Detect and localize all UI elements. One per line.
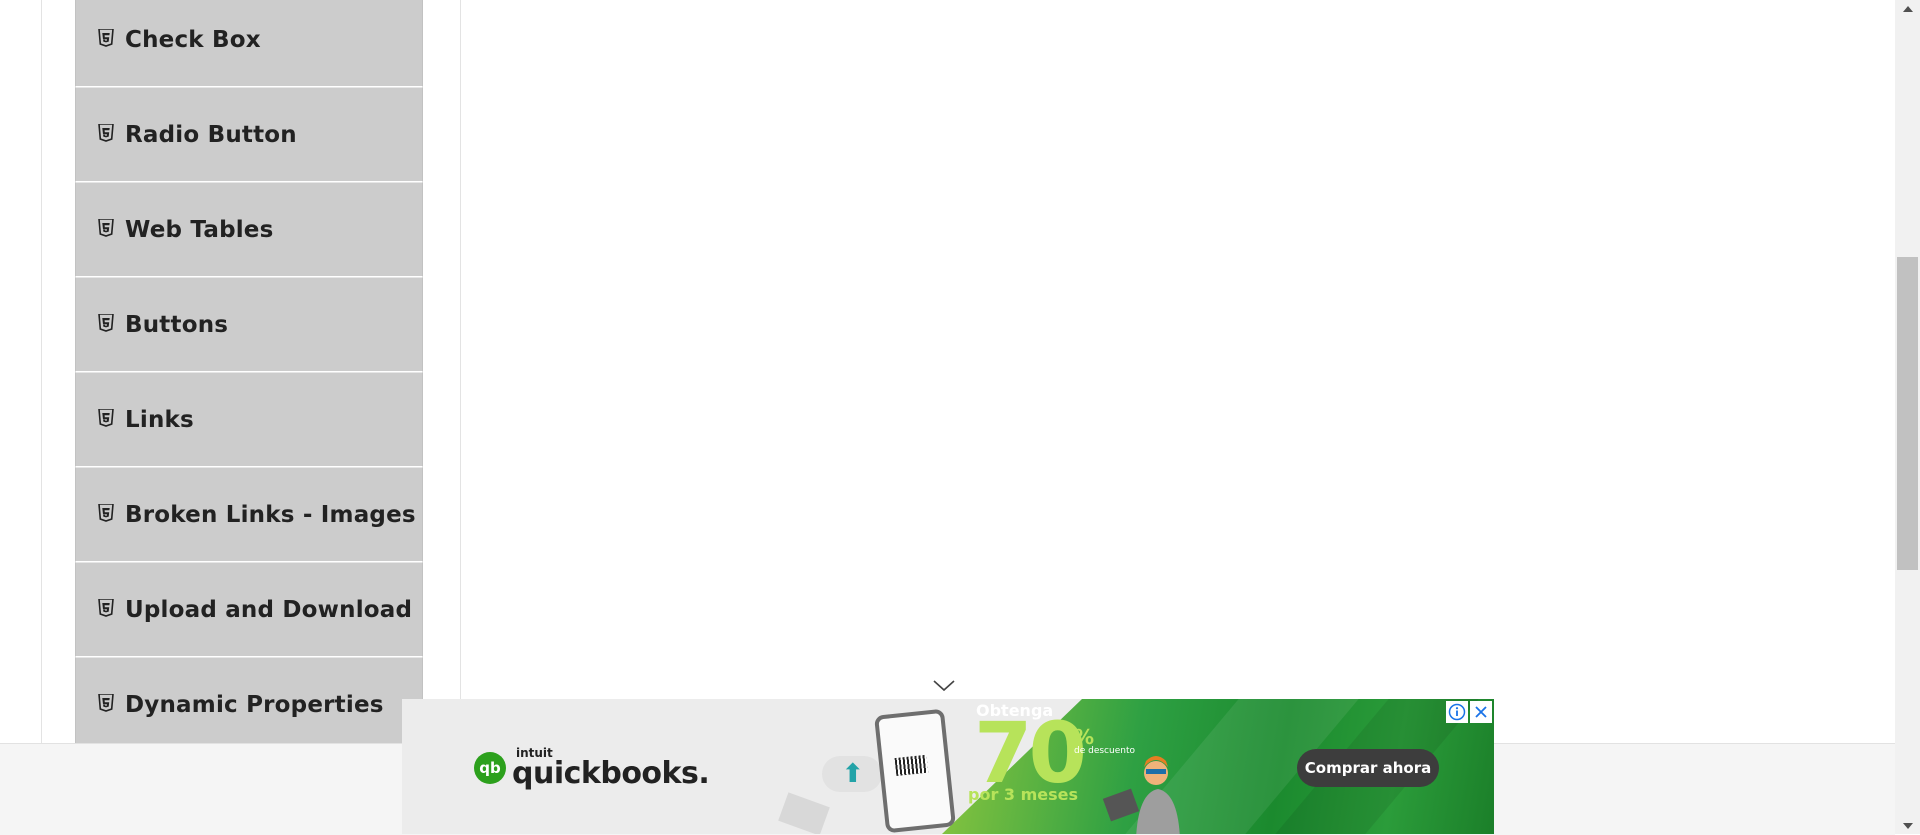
html5-icon: [98, 28, 116, 47]
left-divider: [41, 0, 42, 743]
page-background: Check Box Radio Button Web Tables Button…: [0, 0, 1895, 752]
sidebar-item-label: Check Box: [125, 26, 261, 53]
sidebar-item-dynamic-properties[interactable]: Dynamic Properties: [75, 657, 423, 752]
sidebar-item-label: Upload and Download: [125, 596, 413, 623]
html5-icon: [98, 123, 116, 142]
sidebar-item-broken-links-images[interactable]: Broken Links - Images: [75, 467, 423, 562]
html5-icon: [98, 313, 116, 332]
phone-barcode-icon: [874, 708, 956, 834]
sidebar-item-label: Web Tables: [125, 216, 274, 243]
sidebar-item-label: Dynamic Properties: [125, 691, 384, 718]
quickbooks-logo: qb intuit quickbooks.: [474, 747, 710, 791]
person-with-laptop-illustration: [1102, 749, 1182, 834]
scrollbar-thumb[interactable]: [1897, 257, 1918, 570]
ad-brand-name: quickbooks.: [512, 756, 710, 791]
advertisement-banner[interactable]: qb intuit quickbooks. ⬆ Obtenga 70 % de …: [402, 699, 1494, 834]
envelope-icon: [778, 792, 830, 834]
qb-logo-mark: qb: [474, 752, 506, 784]
content-divider: [460, 0, 461, 743]
html5-icon: [98, 503, 116, 522]
scroll-up-arrow-icon[interactable]: [1895, 0, 1920, 17]
sidebar-item-upload-and-download[interactable]: Upload and Download: [75, 562, 423, 657]
html5-icon: [98, 693, 116, 712]
ad-discount-number: 70: [974, 704, 1087, 802]
sidebar-item-radio-button[interactable]: Radio Button: [75, 87, 423, 182]
sidebar-item-check-box[interactable]: Check Box: [75, 0, 423, 87]
sidebar-item-buttons[interactable]: Buttons: [75, 277, 423, 372]
sidebar-menu: Check Box Radio Button Web Tables Button…: [75, 0, 423, 752]
ad-info-icon[interactable]: [1446, 701, 1468, 723]
ad-buy-now-button[interactable]: Comprar ahora: [1297, 749, 1439, 787]
ad-collapse-chevron-icon[interactable]: [932, 678, 956, 696]
scroll-down-arrow-icon[interactable]: [1895, 817, 1920, 834]
html5-icon: [98, 408, 116, 427]
ad-close-icon[interactable]: [1470, 701, 1492, 723]
upload-arrow-icon: ⬆: [842, 759, 864, 789]
sidebar-item-label: Links: [125, 406, 194, 433]
sidebar-item-label: Buttons: [125, 311, 229, 338]
html5-icon: [98, 598, 116, 617]
sidebar-item-label: Radio Button: [125, 121, 297, 148]
sidebar-item-links[interactable]: Links: [75, 372, 423, 467]
ad-duration-text: por 3 meses: [968, 785, 1079, 804]
page-scrollbar[interactable]: [1895, 0, 1920, 834]
sidebar-item-web-tables[interactable]: Web Tables: [75, 182, 423, 277]
sidebar-item-label: Broken Links - Images: [125, 501, 416, 528]
html5-icon: [98, 218, 116, 237]
